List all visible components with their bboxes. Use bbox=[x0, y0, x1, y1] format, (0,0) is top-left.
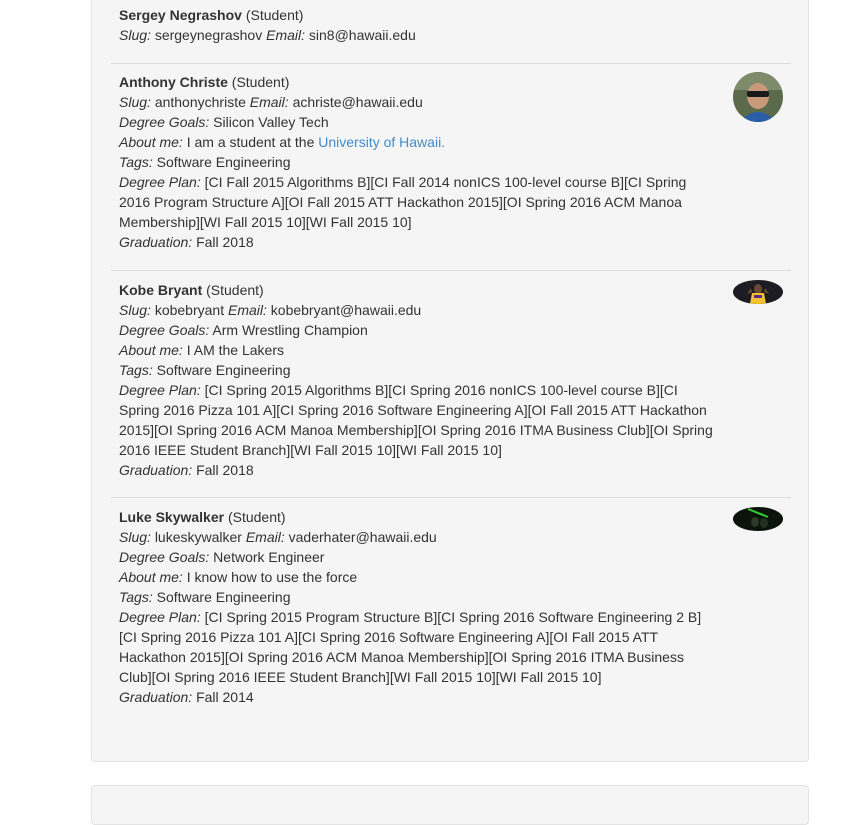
student-header: Luke Skywalker (Student) bbox=[119, 507, 719, 527]
student-name: Sergey Negrashov bbox=[119, 7, 242, 23]
degree-goals-line: Degree Goals: Arm Wrestling Champion bbox=[119, 320, 719, 340]
plan-value: [CI Spring 2015 Program Structure B][CI … bbox=[119, 609, 702, 685]
student-role: (Student) bbox=[227, 509, 286, 525]
email-label: Email: bbox=[266, 27, 306, 43]
degree-plan-line: Degree Plan: [CI Fall 2015 Algorithms B]… bbox=[119, 172, 717, 232]
about-label: About me: bbox=[119, 569, 183, 585]
degree-plan-line: Degree Plan: [CI Spring 2015 Program Str… bbox=[119, 607, 717, 687]
slug-email-line: Slug: kobebryant Email: kobebryant@hawai… bbox=[119, 300, 719, 320]
tags-value: Software Engineering bbox=[156, 362, 291, 378]
goals-label: Degree Goals: bbox=[119, 549, 210, 565]
student-avatar bbox=[733, 72, 783, 122]
about-line: About me: I AM the Lakers bbox=[119, 340, 719, 360]
student-entry: Anthony Christe (Student) Slug: anthonyc… bbox=[111, 63, 791, 271]
student-entry: Sergey Negrashov (Student) Slug: sergeyn… bbox=[111, 0, 791, 63]
slug-email-line: Slug: lukeskywalker Email: vaderhater@ha… bbox=[119, 527, 719, 547]
about-line: About me: I am a student at the Universi… bbox=[119, 132, 719, 152]
about-value: I AM the Lakers bbox=[186, 342, 284, 358]
graduation-line: Graduation: Fall 2014 bbox=[119, 687, 719, 707]
tags-label: Tags: bbox=[119, 362, 153, 378]
about-label: About me: bbox=[119, 134, 183, 150]
slug-label: Slug: bbox=[119, 27, 151, 43]
email-label: Email: bbox=[227, 302, 267, 318]
slug-value: lukeskywalker bbox=[154, 529, 242, 545]
slug-email-line: Slug: sergeynegrashov Email: sin8@hawaii… bbox=[119, 25, 719, 45]
goals-value: Silicon Valley Tech bbox=[213, 114, 329, 130]
grad-label: Graduation: bbox=[119, 462, 193, 478]
slug-value: anthonychriste bbox=[154, 94, 246, 110]
tags-value: Software Engineering bbox=[156, 154, 291, 170]
graduation-line: Graduation: Fall 2018 bbox=[119, 460, 719, 480]
email-label: Email: bbox=[249, 94, 289, 110]
tags-label: Tags: bbox=[119, 589, 153, 605]
goals-value: Arm Wrestling Champion bbox=[212, 322, 368, 338]
student-header: Kobe Bryant (Student) bbox=[119, 280, 719, 300]
student-name: Luke Skywalker bbox=[119, 509, 225, 525]
person-photo-icon bbox=[733, 280, 783, 304]
email-value: achriste@hawaii.edu bbox=[292, 94, 423, 110]
student-entry: Kobe Bryant (Student) Slug: kobebryant E… bbox=[111, 270, 791, 498]
slug-email-line: Slug: anthonychriste Email: achriste@haw… bbox=[119, 92, 719, 112]
student-entry: Luke Skywalker (Student) Slug: lukeskywa… bbox=[111, 497, 791, 728]
plan-value: [CI Fall 2015 Algorithms B][CI Fall 2014… bbox=[119, 174, 687, 230]
slug-label: Slug: bbox=[119, 529, 151, 545]
student-header: Anthony Christe (Student) bbox=[119, 72, 719, 92]
email-label: Email: bbox=[245, 529, 285, 545]
graduation-line: Graduation: Fall 2018 bbox=[119, 232, 719, 252]
student-role: (Student) bbox=[231, 74, 290, 90]
next-panel bbox=[91, 785, 809, 825]
student-name: Anthony Christe bbox=[119, 74, 228, 90]
degree-plan-line: Degree Plan: [CI Spring 2015 Algorithms … bbox=[119, 380, 717, 460]
degree-goals-line: Degree Goals: Network Engineer bbox=[119, 547, 719, 567]
person-photo-icon bbox=[733, 507, 783, 531]
grad-label: Graduation: bbox=[119, 234, 193, 250]
plan-label: Degree Plan: bbox=[119, 609, 201, 625]
degree-goals-line: Degree Goals: Silicon Valley Tech bbox=[119, 112, 719, 132]
about-line: About me: I know how to use the force bbox=[119, 567, 719, 587]
person-photo-icon bbox=[733, 72, 783, 122]
about-label: About me: bbox=[119, 342, 183, 358]
tags-value: Software Engineering bbox=[156, 589, 291, 605]
tags-line: Tags: Software Engineering bbox=[119, 152, 719, 172]
goals-label: Degree Goals: bbox=[119, 114, 210, 130]
grad-label: Graduation: bbox=[119, 689, 193, 705]
slug-value: kobebryant bbox=[154, 302, 225, 318]
plan-value: [CI Spring 2015 Algorithms B][CI Spring … bbox=[119, 382, 713, 458]
university-link[interactable]: University of Hawaii. bbox=[318, 134, 445, 150]
plan-label: Degree Plan: bbox=[119, 382, 201, 398]
email-value: kobebryant@hawaii.edu bbox=[270, 302, 422, 318]
tags-label: Tags: bbox=[119, 154, 153, 170]
goals-value: Network Engineer bbox=[213, 549, 325, 565]
tags-line: Tags: Software Engineering bbox=[119, 587, 719, 607]
student-avatar bbox=[733, 280, 783, 304]
student-header: Sergey Negrashov (Student) bbox=[119, 5, 719, 25]
grad-value: Fall 2018 bbox=[196, 234, 254, 250]
grad-value: Fall 2014 bbox=[196, 689, 254, 705]
student-avatar bbox=[733, 507, 783, 531]
tags-line: Tags: Software Engineering bbox=[119, 360, 719, 380]
email-value: sin8@hawaii.edu bbox=[308, 27, 416, 43]
student-role: (Student) bbox=[206, 282, 264, 298]
grad-value: Fall 2018 bbox=[196, 462, 254, 478]
slug-label: Slug: bbox=[119, 94, 151, 110]
student-name: Kobe Bryant bbox=[119, 282, 203, 298]
slug-value: sergeynegrashov bbox=[154, 27, 263, 43]
about-value: I am a student at the bbox=[186, 134, 315, 150]
about-value: I know how to use the force bbox=[186, 569, 358, 585]
email-value: vaderhater@hawaii.edu bbox=[288, 529, 437, 545]
student-role: (Student) bbox=[245, 7, 304, 23]
plan-label: Degree Plan: bbox=[119, 174, 201, 190]
goals-label: Degree Goals: bbox=[119, 322, 210, 338]
slug-label: Slug: bbox=[119, 302, 151, 318]
